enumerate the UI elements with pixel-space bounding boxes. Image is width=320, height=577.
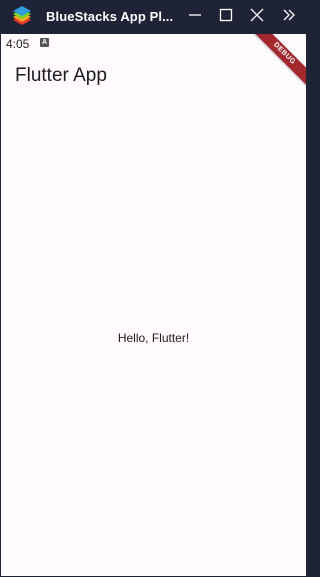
maximize-button[interactable]: [214, 5, 238, 29]
bluestacks-window: BlueStacks App Pl... 4:05 A Flutter App …: [0, 0, 307, 577]
title-bar[interactable]: BlueStacks App Pl...: [0, 0, 307, 34]
minimize-button[interactable]: [183, 5, 207, 29]
expand-sidebar-button[interactable]: [277, 5, 301, 29]
android-screen[interactable]: 4:05 A Flutter App Hello, Flutter! DEBUG: [1, 34, 306, 576]
window-title: BlueStacks App Pl...: [46, 9, 174, 24]
maximize-icon: [219, 8, 233, 27]
app-bar-title: Flutter App: [15, 65, 107, 86]
hello-text: Hello, Flutter!: [117, 331, 190, 345]
close-icon: [250, 8, 264, 27]
double-chevron-right-icon: [282, 8, 296, 27]
notification-icon: A: [40, 38, 49, 47]
minimize-icon: [188, 8, 202, 27]
close-button[interactable]: [245, 5, 269, 29]
status-time: 4:05: [6, 37, 30, 51]
bluestacks-logo-icon: [10, 6, 34, 28]
